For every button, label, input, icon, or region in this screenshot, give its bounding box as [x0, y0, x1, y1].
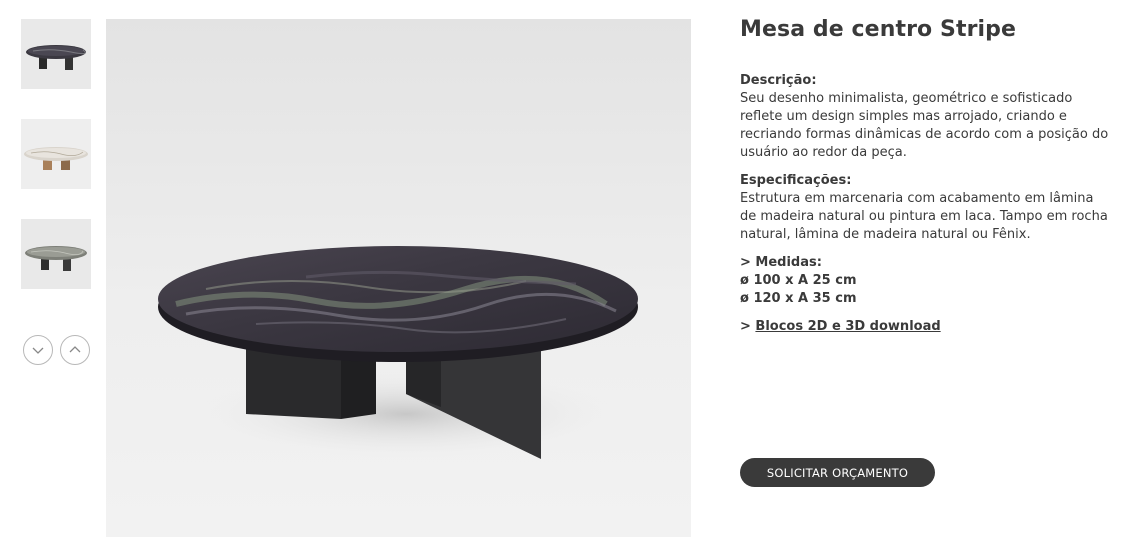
description-text: Seu desenho minimalista, geométrico e so…: [740, 91, 1109, 160]
measure-item: ø 120 x A 35 cm: [740, 291, 857, 306]
thumbnail-list: [21, 19, 91, 319]
chevron-down-icon: [32, 347, 44, 354]
description-section: Descrição: Seu desenho minimalista, geom…: [740, 72, 1110, 162]
request-quote-button[interactable]: SOLICITAR ORÇAMENTO: [740, 458, 935, 487]
scroll-up-button[interactable]: [60, 335, 90, 365]
thumbnail-grey-stone[interactable]: [21, 219, 91, 289]
product-info: Mesa de centro Stripe Descrição: Seu des…: [740, 15, 1110, 336]
thumbnail-dark-marble[interactable]: [21, 19, 91, 89]
thumbnail-light-marble[interactable]: [21, 119, 91, 189]
download-row: > Blocos 2D e 3D download: [740, 318, 1110, 336]
measures-section: > Medidas: ø 100 x A 25 cm ø 120 x A 35 …: [740, 254, 1110, 308]
download-link[interactable]: Blocos 2D e 3D download: [755, 319, 940, 334]
main-product-image: [106, 19, 691, 537]
download-prefix: >: [740, 319, 756, 334]
specs-label: Especificações:: [740, 173, 852, 188]
specs-section: Especificações: Estrutura em marcenaria …: [740, 172, 1110, 244]
measure-item: ø 100 x A 25 cm: [740, 273, 857, 288]
scroll-down-button[interactable]: [23, 335, 53, 365]
chevron-up-icon: [69, 346, 81, 353]
product-title: Mesa de centro Stripe: [740, 17, 1017, 42]
description-label: Descrição:: [740, 73, 817, 88]
specs-text: Estrutura em marcenaria com acabamento e…: [740, 191, 1108, 242]
thumbnail-nav: [23, 335, 90, 365]
measures-label: > Medidas:: [740, 255, 822, 270]
